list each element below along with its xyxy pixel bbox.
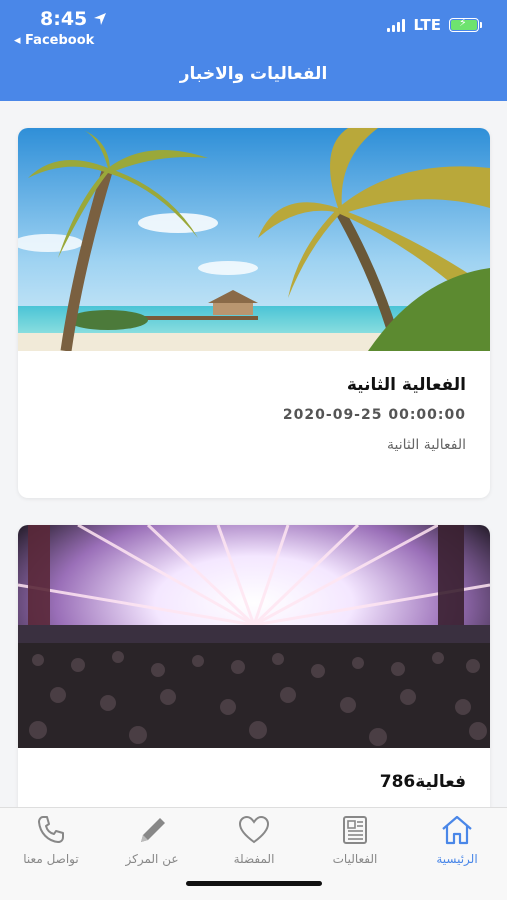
tab-about[interactable]: عن المركز	[107, 814, 197, 866]
events-list[interactable]: الفعالية الثانية 2020-09-25 00:00:00 الف…	[0, 101, 507, 807]
event-date: 2020-09-25 00:00:00	[282, 407, 466, 423]
tab-home[interactable]: الرئيسية	[412, 814, 502, 866]
status-indicators: LTE ⚡	[387, 16, 482, 34]
page-title: الفعاليات والاخبار	[179, 64, 328, 84]
event-card[interactable]: فعالية786	[18, 525, 490, 807]
beach-palm-image	[18, 128, 490, 351]
bottom-tab-bar: الرئيسية الفعاليات المفضلة عن المركز توا…	[0, 807, 507, 900]
app-header: 8:45 ◂ Facebook LTE ⚡ الفعاليات والاخبار	[0, 0, 507, 101]
tab-contact[interactable]: تواصل معنا	[6, 814, 96, 866]
newspaper-icon	[343, 816, 367, 844]
tab-label: تواصل معنا	[23, 852, 79, 866]
pencil-icon	[141, 818, 165, 842]
home-indicator	[186, 881, 322, 886]
event-description: الفعالية الثانية	[387, 437, 466, 453]
tab-events[interactable]: الفعاليات	[310, 814, 400, 866]
signal-icon	[387, 18, 406, 32]
tab-label: الرئيسية	[436, 852, 478, 866]
event-title: الفعالية الثانية	[346, 375, 466, 395]
phone-icon	[38, 816, 64, 843]
network-label: LTE	[413, 16, 441, 34]
event-title: فعالية786	[379, 772, 466, 792]
tab-favorites[interactable]: المفضلة	[209, 814, 299, 866]
status-time: 8:45	[40, 8, 107, 30]
tab-label: المفضلة	[233, 852, 275, 866]
event-card[interactable]: الفعالية الثانية 2020-09-25 00:00:00 الف…	[18, 128, 490, 498]
tab-label: عن المركز	[125, 852, 179, 866]
location-arrow-icon	[94, 13, 107, 25]
tab-label: الفعاليات	[332, 852, 378, 866]
home-icon	[442, 815, 472, 845]
concert-crowd-image	[18, 525, 490, 748]
battery-icon: ⚡	[449, 16, 482, 32]
back-to-app-link[interactable]: ◂ Facebook	[14, 33, 94, 48]
status-time-text: 8:45	[40, 8, 88, 30]
heart-icon	[238, 815, 270, 844]
